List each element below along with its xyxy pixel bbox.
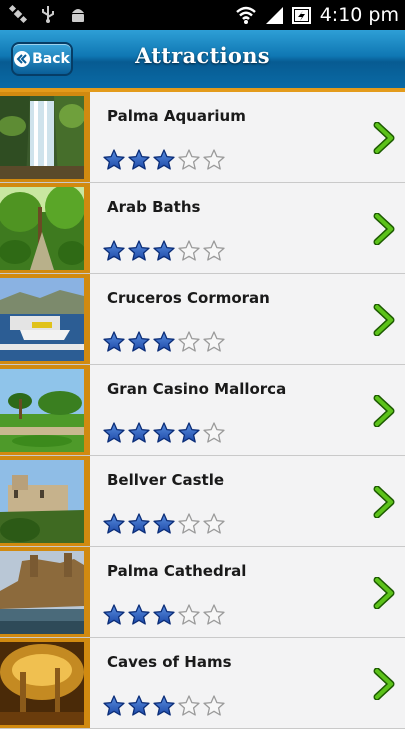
chevron-right-icon[interactable] [371,577,397,609]
star-filled-icon [153,604,175,625]
star-empty-icon [203,513,225,534]
star-filled-icon [153,240,175,261]
star-filled-icon [128,695,150,716]
chevron-right-icon[interactable] [371,213,397,245]
star-empty-icon [178,149,200,170]
app-header: Back Attractions [0,30,405,92]
star-filled-icon [103,149,125,170]
attraction-row[interactable]: Arab Baths [0,183,405,274]
star-empty-icon [203,604,225,625]
clock: 4:10 pm [319,4,399,26]
star-filled-icon [103,422,125,443]
thumbnail-frame [0,183,90,273]
star-empty-icon [203,149,225,170]
attractions-list: Palma Aquarium Arab Baths Cruceros Cormora… [0,92,405,729]
attraction-row[interactable]: Gran Casino Mallorca [0,365,405,456]
star-filled-icon [128,149,150,170]
thumbnail-frame [0,365,90,455]
star-filled-icon [153,149,175,170]
thumbnail-frame [0,638,90,728]
signal-icon [265,7,283,24]
star-filled-icon [153,422,175,443]
rating-stars [102,694,226,718]
rating-stars [102,421,226,445]
attraction-name: Caves of Hams [107,653,232,671]
attraction-name: Bellver Castle [107,471,225,489]
star-empty-icon [178,513,200,534]
star-filled-icon [103,513,125,534]
attraction-name: Cruceros Cormoran [107,289,270,307]
thumbnail-frame [0,456,90,546]
attraction-thumbnail [0,96,84,179]
attraction-thumbnail [0,369,84,452]
star-filled-icon [103,331,125,352]
attraction-row[interactable]: Bellver Castle [0,456,405,547]
star-filled-icon [128,513,150,534]
attraction-name: Palma Cathedral [107,562,247,580]
star-filled-icon [153,513,175,534]
star-filled-icon [103,695,125,716]
attraction-name: Arab Baths [107,198,201,216]
satellite-icon [8,4,28,24]
attraction-row[interactable]: Caves of Hams [0,638,405,729]
attraction-row[interactable]: Cruceros Cormoran [0,274,405,365]
rating-stars [102,603,226,627]
star-filled-icon [103,240,125,261]
star-empty-icon [203,422,225,443]
attraction-thumbnail [0,460,84,543]
star-filled-icon [128,240,150,261]
wifi-icon [235,6,256,24]
thumbnail-frame [0,92,90,182]
star-empty-icon [178,240,200,261]
battery-icon [291,7,311,24]
rating-stars [102,330,226,354]
attraction-name: Gran Casino Mallorca [107,380,287,398]
chevron-right-icon[interactable] [371,122,397,154]
chevron-right-icon[interactable] [371,304,397,336]
rating-stars [102,148,226,172]
star-empty-icon [203,695,225,716]
attraction-thumbnail [0,278,84,361]
attraction-thumbnail [0,187,84,270]
star-empty-icon [178,331,200,352]
usb-icon [42,6,54,23]
status-bar: 4:10 pm [0,0,405,30]
rating-stars [102,239,226,263]
star-filled-icon [128,331,150,352]
star-filled-icon [103,604,125,625]
star-filled-icon [153,331,175,352]
attraction-row[interactable]: Palma Cathedral [0,547,405,638]
attraction-row[interactable]: Palma Aquarium [0,92,405,183]
star-empty-icon [178,604,200,625]
chevron-right-icon[interactable] [371,486,397,518]
attraction-name: Palma Aquarium [107,107,246,125]
star-filled-icon [178,422,200,443]
attraction-thumbnail [0,642,84,725]
rating-stars [102,512,226,536]
thumbnail-frame [0,547,90,637]
star-filled-icon [128,604,150,625]
thumbnail-frame [0,274,90,364]
android-icon [72,9,84,22]
star-filled-icon [153,695,175,716]
star-empty-icon [178,695,200,716]
attraction-thumbnail [0,551,84,634]
star-empty-icon [203,331,225,352]
star-empty-icon [203,240,225,261]
chevron-right-icon[interactable] [371,668,397,700]
star-filled-icon [128,422,150,443]
page-title: Attractions [135,43,270,68]
chevron-right-icon[interactable] [371,395,397,427]
